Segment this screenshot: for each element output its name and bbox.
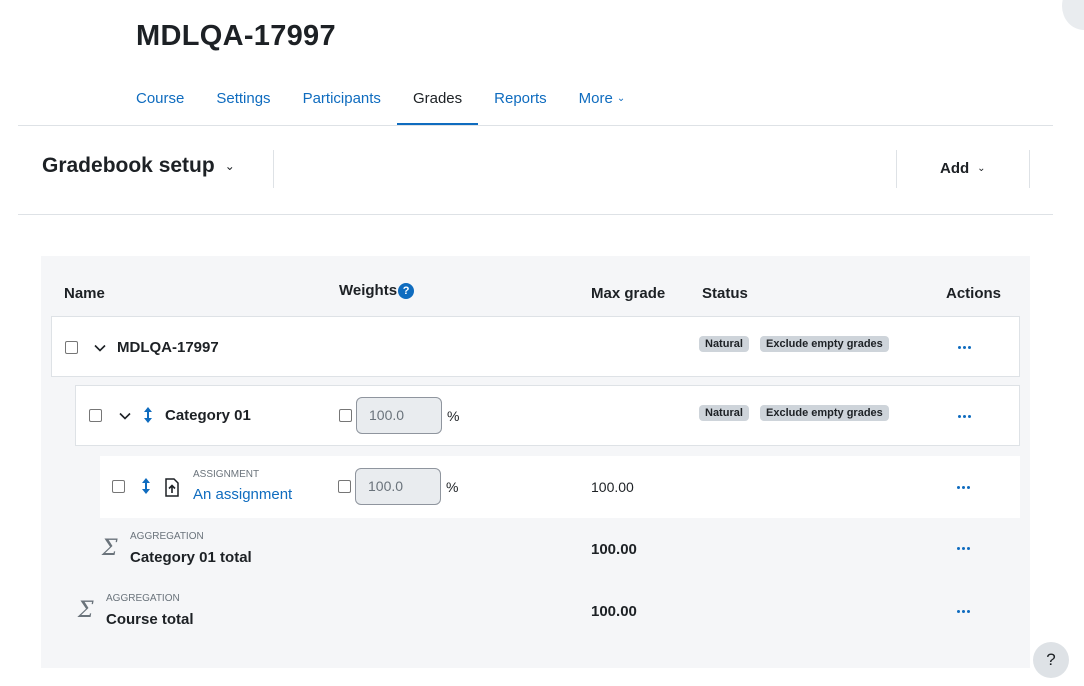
header-status: Status [702, 285, 748, 302]
actions-menu-icon[interactable] [953, 541, 973, 555]
tab-course[interactable]: Course [120, 70, 200, 126]
category-name: MDLQA-17997 [117, 339, 219, 356]
item-type: ASSIGNMENT [193, 469, 260, 480]
tab-label: More [578, 89, 613, 107]
item-type: AGGREGATION [130, 531, 204, 542]
select-checkbox[interactable] [65, 341, 78, 354]
gradebook-table: Name Weights? Max grade Status Actions M… [41, 256, 1030, 668]
weight-unit: % [447, 408, 460, 424]
actions-menu-icon[interactable] [953, 604, 973, 618]
actions-menu-icon[interactable] [954, 409, 974, 423]
weight-override-checkbox[interactable] [339, 409, 352, 422]
weight-override-checkbox[interactable] [338, 480, 351, 493]
table-row-item: ASSIGNMENT An assignment 100.0 % 100.00 [100, 456, 1020, 518]
total-name: Category 01 total [130, 549, 252, 566]
chevron-down-icon: ⌄ [616, 92, 626, 104]
help-icon[interactable]: ? [398, 283, 415, 299]
table-row-category: Category 01 100.0 % Natural Exclude empt… [75, 385, 1020, 446]
sigma-icon: Σ [102, 536, 118, 561]
select-checkbox[interactable] [89, 409, 102, 422]
tab-settings[interactable]: Settings [200, 70, 286, 126]
status-badge: Exclude empty grades [760, 336, 889, 352]
add-label: Add [940, 160, 970, 177]
tab-participants[interactable]: Participants [287, 70, 397, 126]
tab-more[interactable]: More ⌄ [563, 70, 642, 126]
weight-unit: % [446, 479, 459, 495]
divider [18, 125, 1053, 126]
header-actions: Actions [946, 285, 1002, 302]
status-badge: Natural [699, 405, 749, 421]
weight-input[interactable]: 100.0 [355, 468, 441, 505]
divider [1029, 150, 1030, 188]
actions-menu-icon[interactable] [954, 340, 974, 354]
total-name: Course total [106, 611, 194, 628]
table-row-course: MDLQA-17997 Natural Exclude empty grades [51, 316, 1020, 377]
chevron-down-icon[interactable] [118, 409, 132, 423]
status-badge: Natural [699, 336, 749, 352]
max-grade: 100.00 [591, 479, 634, 495]
max-grade: 100.00 [591, 603, 637, 620]
category-name: Category 01 [165, 407, 251, 424]
help-button[interactable]: ? [1033, 642, 1069, 678]
secondary-navigation: Course Settings Participants Grades Repo… [120, 70, 641, 126]
page: MDLQA-17997 Course Settings Participants… [0, 0, 1084, 686]
header-max-grade: Max grade [591, 285, 666, 302]
divider [273, 150, 274, 188]
header-name: Name [64, 285, 105, 302]
chevron-down-icon: ⌄ [224, 159, 235, 173]
header-weights: Weights? [339, 282, 415, 299]
max-grade: 100.00 [591, 541, 637, 558]
actions-menu-icon[interactable] [953, 480, 973, 494]
move-icon[interactable] [141, 477, 151, 495]
tab-label: Settings [216, 89, 271, 107]
chevron-down-icon[interactable] [93, 341, 107, 355]
move-icon[interactable] [143, 406, 153, 424]
tab-label: Grades [412, 89, 463, 107]
tab-grades[interactable]: Grades [396, 70, 479, 126]
tab-label: Participants [302, 89, 381, 107]
item-link[interactable]: An assignment [193, 486, 292, 503]
divider [18, 214, 1053, 215]
weight-input[interactable]: 100.0 [356, 397, 442, 434]
selector-label: Gradebook setup [42, 154, 215, 177]
status-badge: Exclude empty grades [760, 405, 889, 421]
tab-reports[interactable]: Reports [478, 70, 563, 126]
add-button[interactable]: Add ⌄ [940, 160, 986, 177]
select-checkbox[interactable] [112, 480, 125, 493]
chevron-down-icon: ⌄ [977, 163, 986, 174]
tertiary-navigation: Gradebook setup ⌄ Add ⌄ [18, 150, 1053, 190]
tab-label: Reports [494, 89, 547, 107]
tab-label: Course [136, 89, 185, 107]
page-title: MDLQA-17997 [136, 20, 336, 52]
gradebook-selector[interactable]: Gradebook setup ⌄ [42, 154, 235, 178]
divider [896, 150, 897, 188]
item-type: AGGREGATION [106, 593, 180, 604]
drawer-toggle[interactable] [1062, 0, 1084, 30]
sigma-icon: Σ [78, 598, 94, 623]
assignment-icon [165, 478, 179, 497]
header-weights-label: Weights [339, 282, 398, 299]
